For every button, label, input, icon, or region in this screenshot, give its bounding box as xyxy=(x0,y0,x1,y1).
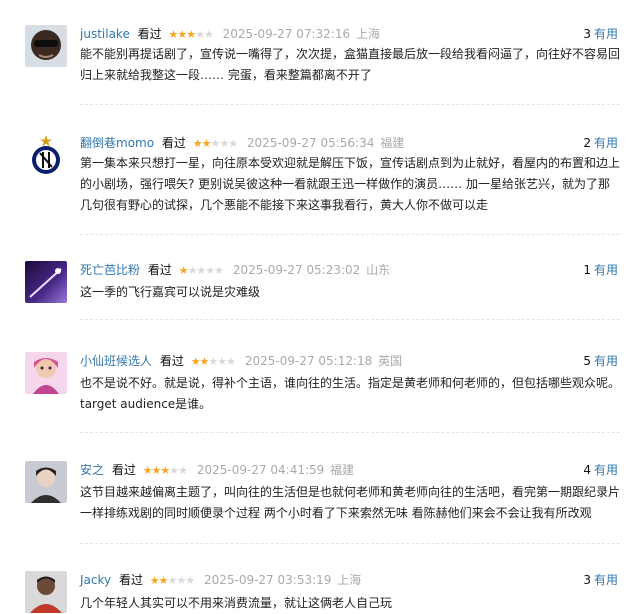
watched-label: 看过 xyxy=(159,354,184,368)
comment-text: 这一季的飞行嘉宾可以说是灾难级 xyxy=(80,285,261,299)
comment-text: 这节目越来越偏离主题了，叫向往的生活但是也就何老师和黄老师向往的生活吧，看完第一… xyxy=(80,485,621,520)
comment-text: 也不是说不好。就是说，得补个主语，谁向往的生活。指定是黄老师和何老师的，但包括哪… xyxy=(80,376,621,411)
comment-meta: Jacky 看过 ★★★★★ 2025-09-27 03:53:19 上海 xyxy=(80,571,361,589)
divider xyxy=(80,319,620,320)
vote-count: 5 xyxy=(583,354,591,368)
vote-area: 3 有用 xyxy=(583,25,618,43)
comment-time: 2025-09-27 05:23:02 xyxy=(232,263,361,277)
comment-time: 2025-09-27 07:32:16 xyxy=(222,27,351,41)
divider xyxy=(80,104,620,105)
rating-stars: ★★★★★ xyxy=(149,574,195,587)
avatar[interactable] xyxy=(25,134,67,176)
comment-time: 2025-09-27 05:12:18 xyxy=(244,354,373,368)
username-link[interactable]: 翻倒巷momo xyxy=(80,136,154,150)
vote-area: 2 有用 xyxy=(583,134,618,152)
avatar[interactable] xyxy=(25,25,67,67)
vote-area: 5 有用 xyxy=(583,352,618,370)
username-link[interactable]: 死亡芭比粉 xyxy=(80,263,140,277)
useful-button[interactable]: 有用 xyxy=(594,136,618,150)
comment-text: 第一集本来只想打一星，向往原本受欢迎就是解压下饭，宣传话剧点到为止就好，看屋内的… xyxy=(80,156,621,212)
divider xyxy=(80,234,620,235)
username-link[interactable]: 小仙班候选人 xyxy=(80,354,152,368)
comment-time: 2025-09-27 04:41:59 xyxy=(196,463,325,477)
vote-count: 2 xyxy=(583,136,591,150)
username-link[interactable]: 安之 xyxy=(80,463,104,477)
username-link[interactable]: Jacky xyxy=(80,573,111,587)
rating-stars: ★★★★★ xyxy=(168,28,214,41)
divider xyxy=(80,543,620,544)
useful-button[interactable]: 有用 xyxy=(594,27,618,41)
comment-location: 福建 xyxy=(330,463,355,477)
useful-button[interactable]: 有用 xyxy=(594,354,618,368)
rating-stars: ★★★★★ xyxy=(190,355,236,368)
comment-meta: 安之 看过 ★★★★★ 2025-09-27 04:41:59 福建 xyxy=(80,461,354,479)
useful-button[interactable]: 有用 xyxy=(594,463,618,477)
vote-area: 3 有用 xyxy=(583,571,618,589)
comment-location: 山东 xyxy=(366,263,391,277)
comment-location: 福建 xyxy=(380,136,405,150)
divider xyxy=(80,432,620,433)
vote-count: 3 xyxy=(583,573,591,587)
vote-count: 4 xyxy=(583,463,591,477)
comment-meta: 小仙班候选人 看过 ★★★★★ 2025-09-27 05:12:18 英国 xyxy=(80,352,402,370)
comment-text: 能不能别再提话剧了，宣传说一嘴得了，次次提，盒猫直接最后放一段给我看闷逼了，向往… xyxy=(80,47,621,82)
avatar[interactable] xyxy=(25,261,67,303)
watched-label: 看过 xyxy=(137,27,162,41)
rating-stars: ★★★★★ xyxy=(142,464,188,477)
comment-time: 2025-09-27 05:56:34 xyxy=(246,136,375,150)
comment-text: 几个年轻人其实可以不用来消费流量，就让这俩老人自己玩 xyxy=(80,596,393,610)
comment-meta: justilake 看过 ★★★★★ 2025-09-27 07:32:16 上… xyxy=(80,25,380,43)
watched-label: 看过 xyxy=(161,136,186,150)
vote-area: 4 有用 xyxy=(583,461,618,479)
comment-location: 上海 xyxy=(337,573,362,587)
useful-button[interactable]: 有用 xyxy=(594,263,618,277)
vote-area: 1 有用 xyxy=(583,261,618,279)
watched-label: 看过 xyxy=(111,463,136,477)
watched-label: 看过 xyxy=(118,573,143,587)
avatar[interactable] xyxy=(25,352,67,394)
useful-button[interactable]: 有用 xyxy=(594,573,618,587)
avatar[interactable] xyxy=(25,571,67,613)
comment-meta: 死亡芭比粉 看过 ★★★★★ 2025-09-27 05:23:02 山东 xyxy=(80,261,390,279)
vote-count: 3 xyxy=(583,27,591,41)
comment-location: 英国 xyxy=(378,354,403,368)
rating-stars: ★★★★★ xyxy=(192,137,238,150)
comment-meta: 翻倒巷momo 看过 ★★★★★ 2025-09-27 05:56:34 福建 xyxy=(80,134,404,152)
vote-count: 1 xyxy=(583,263,591,277)
watched-label: 看过 xyxy=(147,263,172,277)
comment-location: 上海 xyxy=(355,27,380,41)
username-link[interactable]: justilake xyxy=(80,27,130,41)
comment-time: 2025-09-27 03:53:19 xyxy=(203,573,332,587)
avatar[interactable] xyxy=(25,461,67,503)
rating-stars: ★★★★★ xyxy=(178,264,224,277)
